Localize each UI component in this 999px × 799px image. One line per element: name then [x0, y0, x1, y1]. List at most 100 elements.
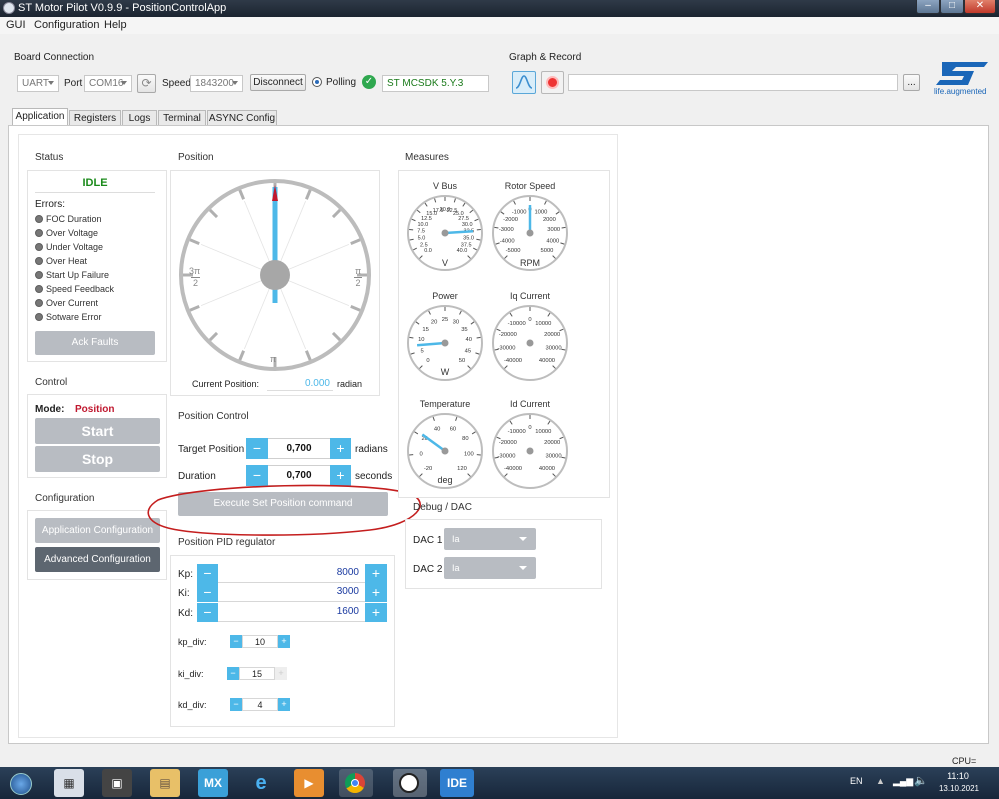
taskbar-explorer[interactable]: ▤ — [150, 769, 180, 797]
polling-radio[interactable] — [312, 77, 322, 87]
menu-configuration[interactable]: Configuration — [34, 19, 99, 31]
mode-value: Position — [75, 404, 115, 415]
taskbar-cubemx[interactable]: MX — [198, 769, 228, 797]
gauge-tick-label: 45 — [465, 348, 471, 354]
start-button[interactable]: Start — [35, 418, 160, 444]
port-select[interactable]: COM16 — [84, 75, 132, 92]
gauge-tick-label: -1000 — [512, 210, 527, 216]
mode-label: Mode: — [35, 404, 65, 415]
errors-label: Errors: — [35, 199, 65, 210]
taskbar-ide[interactable]: IDE — [440, 769, 474, 797]
plus-icon: + — [281, 699, 287, 709]
taskbar-calculator[interactable]: ▦ — [54, 769, 84, 797]
stop-button[interactable]: Stop — [35, 446, 160, 472]
iq-current-gauge: -40000 -30000 -20000 -100000 10000 20000 30000… — [492, 305, 568, 381]
disconnect-button[interactable]: Disconnect — [250, 74, 306, 91]
taskbar-motor-pilot[interactable] — [393, 769, 427, 797]
kp-div-increment[interactable]: + — [278, 635, 290, 648]
kp-div-decrement[interactable]: − — [230, 635, 242, 648]
clock-date[interactable]: 13.10.2021 — [936, 784, 982, 793]
language-indicator[interactable]: EN — [850, 776, 863, 786]
interface-select[interactable]: UART — [17, 75, 59, 92]
error-label: Start Up Failure — [46, 270, 110, 280]
kp-div-input[interactable]: 10 — [242, 635, 278, 648]
menu-gui[interactable]: GUI — [6, 19, 26, 31]
kd-increment[interactable]: + — [365, 603, 387, 622]
gauge-unit: W — [440, 367, 450, 377]
position-title: Position — [178, 152, 214, 163]
taskbar-chrome[interactable] — [339, 769, 373, 797]
dial-tick — [208, 331, 219, 342]
ki-div-increment[interactable]: + — [275, 667, 287, 680]
taskbar-internet-explorer[interactable]: e — [246, 769, 276, 797]
clock-time[interactable]: 11:10 — [946, 771, 970, 781]
error-label: FOC Duration — [46, 214, 102, 224]
taskbar-player[interactable]: ▶ — [294, 769, 324, 797]
dial-tick — [238, 189, 246, 200]
kp-input[interactable]: 8000 — [218, 564, 365, 583]
kd-decrement[interactable]: − — [197, 603, 218, 622]
kd-div-decrement[interactable]: − — [230, 698, 242, 711]
volume-icon[interactable]: 🔈 — [914, 774, 928, 787]
kd-div-input[interactable]: 4 — [242, 698, 278, 711]
gauge-needle — [444, 229, 474, 235]
minimize-button[interactable]: – — [916, 0, 940, 14]
close-button[interactable]: ✕ — [964, 0, 996, 14]
record-path-field[interactable] — [568, 74, 898, 91]
gauge-unit: deg — [437, 475, 453, 485]
advanced-configuration-button[interactable]: Advanced Configuration — [35, 547, 160, 572]
chevron-down-icon — [121, 81, 127, 85]
browse-button[interactable]: ... — [903, 74, 920, 91]
target-position-decrement[interactable]: − — [246, 438, 268, 459]
graph-button[interactable] — [512, 71, 536, 94]
tray-expand-icon[interactable]: ▲ — [876, 776, 885, 786]
record-button[interactable] — [541, 71, 564, 94]
gauge-tick-label: 35.0 — [463, 236, 474, 242]
signal-icon[interactable]: ▂▄▆ — [893, 776, 913, 787]
ki-increment[interactable]: + — [365, 583, 387, 602]
refresh-ports-button[interactable]: ⟳ — [137, 74, 156, 93]
windows-start-button[interactable] — [2, 769, 40, 797]
kp-increment[interactable]: + — [365, 564, 387, 583]
ki-div-input[interactable]: 15 — [239, 667, 275, 680]
dac2-value: Ia — [452, 563, 460, 573]
ki-input[interactable]: 3000 — [218, 583, 365, 602]
gauge-title: V Bus — [432, 181, 457, 191]
gauge-tick-label: 40 — [465, 337, 471, 343]
kd-input[interactable]: 1600 — [218, 603, 365, 622]
gauge-tick-label: 30 — [453, 320, 459, 326]
ack-faults-button[interactable]: Ack Faults — [35, 331, 155, 355]
error-label: Over Voltage — [46, 228, 99, 238]
gauge-tick-label: -10000 — [508, 321, 526, 327]
ki-div-decrement[interactable]: − — [227, 667, 239, 680]
dac2-select[interactable]: Ia — [444, 557, 536, 579]
title-bar: ST Motor Pilot V0.9.9 - PositionControlA… — [0, 0, 999, 17]
chrome-icon — [345, 773, 365, 793]
sdk-version-field: ST MCSDK 5.Y.3 — [382, 75, 489, 92]
tab-terminal[interactable]: Terminal — [158, 110, 206, 126]
dial-tick — [331, 208, 342, 219]
gauge-tick-label: 120 — [457, 466, 467, 472]
kp-div-label: kp_div: — [178, 637, 207, 647]
menu-help[interactable]: Help — [104, 19, 127, 31]
target-position-input[interactable]: 0,700 — [268, 438, 330, 459]
tab-async-config[interactable]: ASYNC Config — [207, 110, 277, 126]
dial-tick — [189, 238, 200, 246]
radio-dot — [315, 80, 319, 84]
kp-decrement[interactable]: − — [197, 564, 218, 583]
calculator-icon: ▦ — [63, 776, 75, 790]
tab-application[interactable]: Application — [12, 108, 68, 126]
gauge-tick-label: 4000 — [546, 238, 559, 244]
tab-logs[interactable]: Logs — [122, 110, 157, 126]
speed-select[interactable]: 1843200 — [190, 75, 243, 92]
dac1-select[interactable]: Ia — [444, 528, 536, 550]
tab-registers[interactable]: Registers — [69, 110, 121, 126]
gauge-tick-label: 25 — [442, 317, 448, 323]
kd-div-increment[interactable]: + — [278, 698, 290, 711]
target-position-increment[interactable]: + — [330, 438, 351, 459]
maximize-button[interactable]: □ — [940, 0, 964, 14]
taskbar-media[interactable]: ▣ — [102, 769, 132, 797]
ki-decrement[interactable]: − — [197, 583, 218, 602]
error-led — [35, 215, 43, 223]
gauge-tick-label: 40.0 — [457, 248, 468, 254]
